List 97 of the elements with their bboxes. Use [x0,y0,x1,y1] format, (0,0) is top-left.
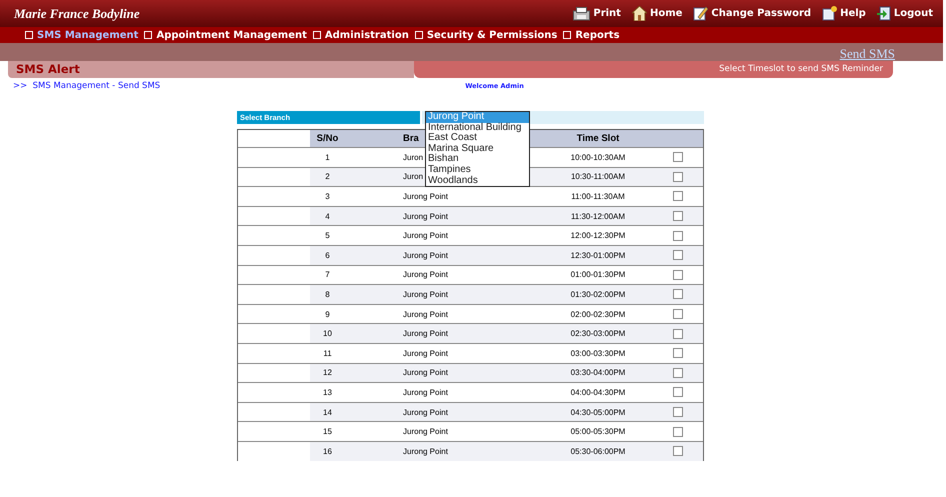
logout-icon [876,6,891,21]
printer-icon [573,6,590,20]
table-cell: Jurong Point [403,231,448,240]
table-cell: 02:30-03:00PM [570,329,626,338]
dropdown-option[interactable]: Woodlands [426,176,529,186]
table-cell: 10:30-11:00AM [570,172,626,182]
checkbox[interactable] [673,152,683,162]
table-cell: 5 [325,231,330,240]
table-cell: 7 [325,270,330,280]
table-cell: Jurong Point [403,310,448,319]
table-cell: Jurong Point [403,192,448,201]
house-icon [632,6,647,21]
table-cell: 12:30-01:00PM [570,250,626,260]
table-cell: 01:30-02:00PM [570,290,626,299]
table-cell: 4 [325,212,330,221]
checkbox[interactable] [673,368,683,378]
table-cell: 10:00-10:30AM [570,152,626,162]
checkbox[interactable] [673,407,683,418]
table-cell: 14 [323,408,332,417]
table-cell: 6 [325,250,330,260]
table-cell: Jurong Point [403,427,448,436]
table-cell: 11:30-12:00AM [570,212,626,221]
table-cell: Jurong Point [403,388,448,397]
dropdown-option[interactable]: Tampines [426,164,529,176]
logo: Marie France Bodyline [14,6,140,22]
table-cell: Juron [403,152,424,162]
checkbox[interactable] [673,270,683,280]
dropdown-option[interactable]: International Building [426,122,529,134]
header-link[interactable]: Change Password [693,6,812,21]
table-cell: 8 [325,290,330,299]
checkbox[interactable] [673,426,683,437]
instruction-text: Select Timeslot to send SMS Reminder [414,61,893,78]
checkbox[interactable] [673,289,683,300]
table-cell: 12:00-12:30PM [570,231,626,240]
notepad-pencil-icon [693,6,708,21]
dropdown-option[interactable]: Bishan [426,154,529,165]
table-cell: 13 [323,388,332,397]
bullet-icon [144,31,152,39]
header-link[interactable]: Help [822,6,866,21]
table-cell: 11 [323,348,332,358]
table-cell: Jurong Point [403,368,448,378]
table-cell: Jurong Point [403,446,448,456]
header-link[interactable]: Home [632,6,682,21]
bullet-icon [25,31,33,39]
checkbox[interactable] [673,387,683,398]
table-cell: Jurong Point [403,348,448,358]
menu-item[interactable]: Security & Permissions [426,30,558,40]
checkbox[interactable] [673,172,683,182]
table-cell: Jurong Point [403,270,448,280]
menu-item[interactable]: Reports [575,30,620,40]
checkbox[interactable] [673,211,683,222]
menu-item[interactable]: Appointment Management [156,30,307,40]
dropdown-option[interactable]: East Coast [426,133,529,144]
table-cell: 9 [325,310,330,319]
bullet-icon [414,31,423,39]
table-cell: 10 [323,329,332,338]
dropdown-option[interactable]: Marina Square [426,144,529,154]
branch-dropdown-list[interactable]: Jurong Point International Building East Coast Marina Square Bishan Tampines Woodlands [425,111,530,188]
checkbox[interactable] [673,191,683,202]
table-cell: Jurong Point [403,212,448,221]
table-cell: Jurong Point [403,329,448,338]
column-header: S/No [316,133,338,144]
checkbox[interactable] [673,309,683,320]
table-cell: 01:00-01:30PM [570,270,626,280]
table-cell: 3 [325,192,330,201]
checkbox[interactable] [673,230,683,241]
checkbox[interactable] [673,328,683,339]
checkbox[interactable] [673,446,683,456]
table-cell: 05:30-06:00PM [570,446,626,456]
table-cell: 16 [323,446,332,456]
section-title: SMS Alert [8,61,414,78]
bullet-icon [563,31,572,39]
table-cell: 04:00-04:30PM [570,388,626,397]
table-cell: 2 [325,172,330,182]
header-link[interactable]: Logout [876,6,933,21]
table-cell: Juron [403,172,424,182]
column-header: Bra [403,133,419,144]
bullet-icon [312,31,321,39]
table-cell: 04:30-05:00PM [570,408,626,417]
table-cell: 03:30-04:00PM [570,368,626,378]
checkbox[interactable] [673,250,683,260]
table-cell: 15 [323,427,332,436]
table-cell: 02:00-02:30PM [570,310,626,319]
table-cell: Jurong Point [403,408,448,417]
table-cell: Jurong Point [403,250,448,260]
checkbox[interactable] [673,348,683,358]
table-cell: Jurong Point [403,290,448,299]
table-cell: 1 [325,152,330,162]
header-link[interactable]: Print [573,6,621,20]
table-cell: 05:00-05:30PM [570,427,626,436]
table-cell: 03:00-03:30PM [570,348,626,358]
menu-item[interactable]: SMS Management [37,30,138,40]
table-cell: 11:00-11:30AM [571,192,625,201]
breadcrumb: >> SMS Management - Send SMS [13,81,160,91]
table-cell: 12 [323,368,332,378]
column-header: Time Slot [576,133,620,144]
menu-item[interactable]: Administration [324,30,409,40]
